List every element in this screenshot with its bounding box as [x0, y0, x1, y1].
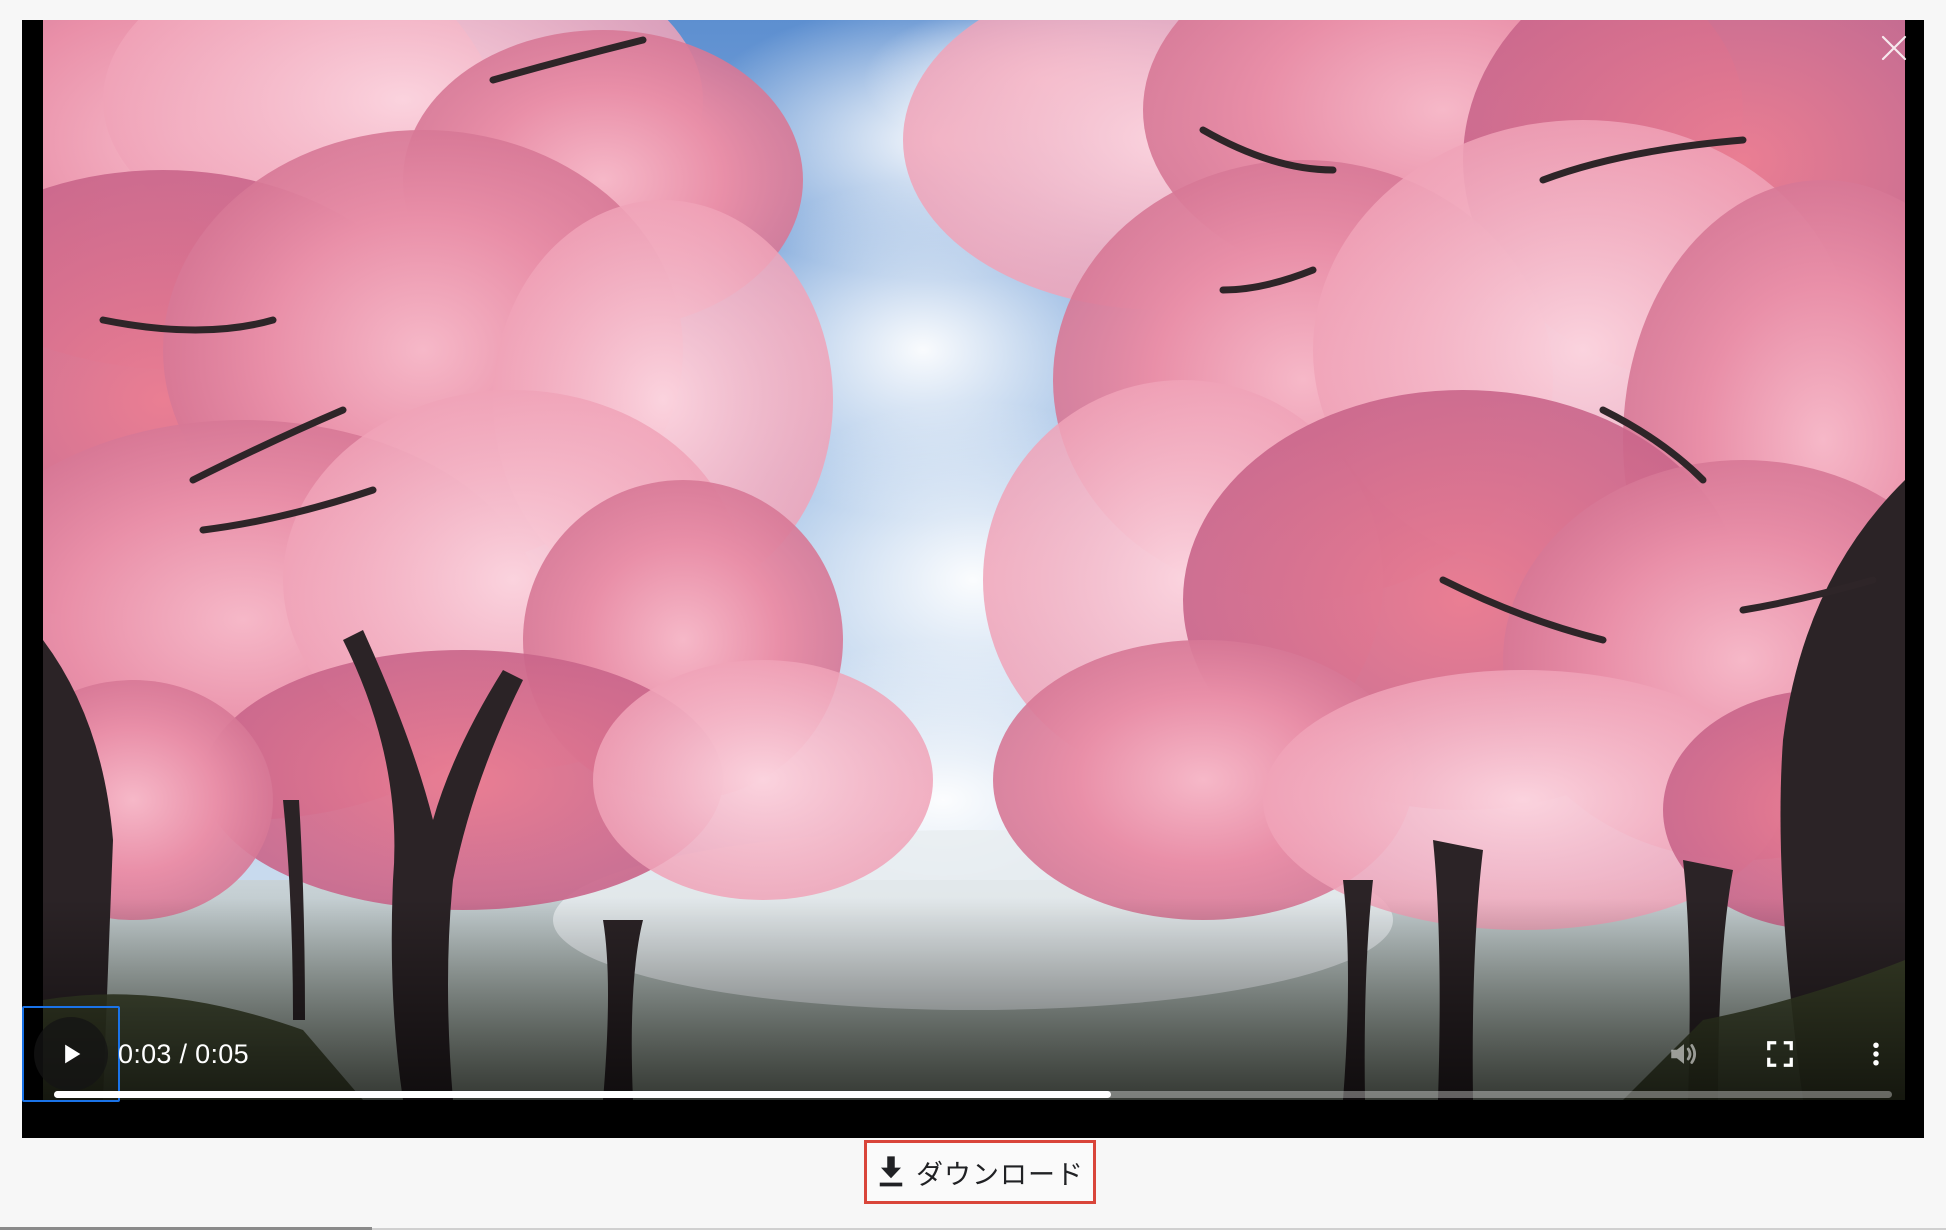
- more-options-button[interactable]: [1852, 1030, 1900, 1078]
- mute-button[interactable]: [1660, 1030, 1708, 1078]
- volume-icon: [1671, 1044, 1697, 1064]
- player-controls-bar: 0:03 / 0:05: [22, 1006, 1924, 1102]
- play-icon: [65, 1044, 81, 1064]
- download-icon: [879, 1156, 903, 1187]
- current-time: 0:03: [118, 1039, 172, 1069]
- progress-bar-fill: [54, 1091, 1111, 1098]
- fullscreen-icon: [1767, 1041, 1793, 1067]
- media-viewer-page: 0:03 / 0:05 ダウンロード: [0, 0, 1946, 1230]
- close-icon: [1881, 35, 1907, 61]
- play-button[interactable]: [22, 1006, 120, 1102]
- fullscreen-button[interactable]: [1756, 1030, 1804, 1078]
- download-label: ダウンロード: [916, 1159, 1084, 1191]
- video-frame-cherry-blossoms[interactable]: [43, 20, 1905, 1100]
- close-button[interactable]: [1878, 32, 1910, 64]
- progress-bar[interactable]: [54, 1091, 1892, 1098]
- play-button-circle: [34, 1017, 108, 1091]
- more-vert-icon: [1873, 1042, 1879, 1066]
- video-player[interactable]: 0:03 / 0:05: [22, 20, 1924, 1138]
- video-still-image: [43, 20, 1905, 1100]
- duration: 0:05: [195, 1039, 249, 1069]
- time-display: 0:03 / 0:05: [118, 1034, 249, 1074]
- time-separator: /: [171, 1039, 196, 1069]
- download-button[interactable]: ダウンロード: [864, 1140, 1096, 1204]
